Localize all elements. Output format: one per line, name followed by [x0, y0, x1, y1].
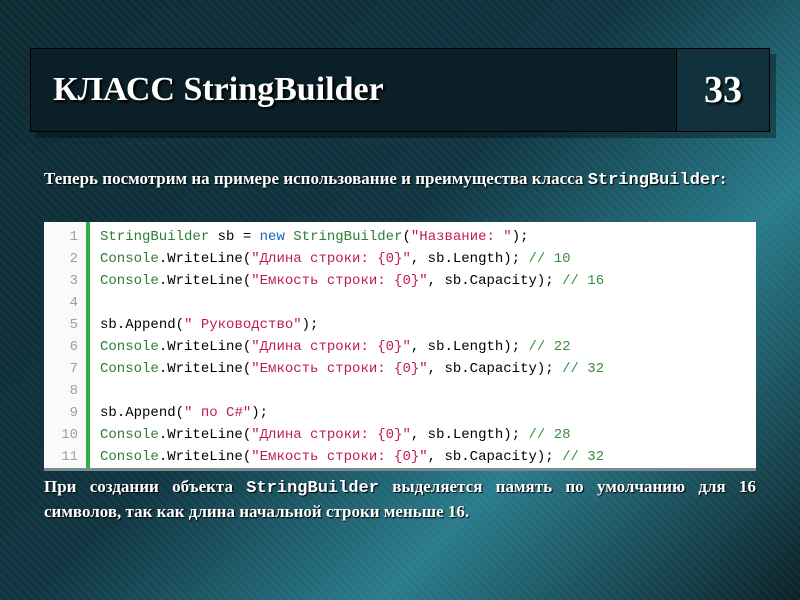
code-line: Console.WriteLine("Длина строки: {0}", s… [100, 248, 604, 270]
line-number: 3 [54, 270, 78, 292]
code-token: "Длина строки: {0}" [251, 339, 411, 355]
outro-class-name: StringBuilder [246, 479, 379, 498]
outro-text: При создании объекта StringBuilder выдел… [44, 476, 756, 524]
code-token: .WriteLine( [159, 273, 251, 289]
code-line [100, 292, 604, 314]
code-line: Console.WriteLine("Емкость строки: {0}",… [100, 270, 604, 292]
code-token: new [260, 229, 285, 245]
slide: КЛАСС StringBuilder 33 Теперь посмотрим … [0, 0, 800, 600]
code-body: StringBuilder sb = new StringBuilder("На… [90, 222, 614, 468]
line-number: 2 [54, 248, 78, 270]
line-gutter: 1234567891011 [44, 222, 90, 468]
line-number: 7 [54, 358, 78, 380]
intro-c: : [720, 169, 726, 188]
code-token: // 16 [562, 273, 604, 289]
code-token: , sb.Length); [411, 427, 529, 443]
line-number: 1 [54, 226, 78, 248]
code-token: .Append( [117, 405, 184, 421]
code-line: Console.WriteLine("Длина строки: {0}", s… [100, 424, 604, 446]
code-token: Console [100, 251, 159, 267]
code-token: ); [302, 317, 319, 333]
code-line: Console.WriteLine("Длина строки: {0}", s… [100, 336, 604, 358]
code-token: "Длина строки: {0}" [251, 427, 411, 443]
code-token: .WriteLine( [159, 251, 251, 267]
code-token: // 10 [529, 251, 571, 267]
line-number: 8 [54, 380, 78, 402]
code-line: Console.WriteLine("Емкость строки: {0}",… [100, 358, 604, 380]
title-bar: КЛАСС StringBuilder 33 [30, 48, 770, 132]
code-token: ); [512, 229, 529, 245]
line-number: 9 [54, 402, 78, 424]
code-token: // 32 [562, 449, 604, 465]
code-token: sb [100, 405, 117, 421]
code-line [100, 380, 604, 402]
code-token: .Append( [117, 317, 184, 333]
code-token: , sb.Capacity); [428, 273, 562, 289]
code-token: "Название: " [411, 229, 512, 245]
code-token: sb [100, 317, 117, 333]
line-number: 5 [54, 314, 78, 336]
code-token: , sb.Length); [411, 251, 529, 267]
line-number: 6 [54, 336, 78, 358]
code-token: , sb.Length); [411, 339, 529, 355]
code-token: // 22 [529, 339, 571, 355]
code-token: .WriteLine( [159, 339, 251, 355]
code-token: Console [100, 339, 159, 355]
code-token: = [243, 229, 260, 245]
code-token: "Емкость строки: {0}" [251, 449, 427, 465]
outro-a: При создании объекта [44, 477, 246, 496]
line-number: 11 [54, 446, 78, 468]
code-token [285, 229, 293, 245]
code-line: sb.Append(" Руководство"); [100, 314, 604, 336]
code-token: " по C#" [184, 405, 251, 421]
code-token: Console [100, 427, 159, 443]
page-number-box: 33 [676, 49, 769, 131]
code-token: ( [402, 229, 410, 245]
code-token: " Руководство" [184, 317, 302, 333]
code-token: , sb.Capacity); [428, 449, 562, 465]
slide-title: КЛАСС StringBuilder [53, 71, 384, 108]
code-token: StringBuilder [100, 229, 209, 245]
code-token: Console [100, 361, 159, 377]
intro-a: Теперь посмотрим на примере использовани… [44, 169, 588, 188]
code-token: "Емкость строки: {0}" [251, 273, 427, 289]
code-token: Console [100, 449, 159, 465]
intro-text: Теперь посмотрим на примере использовани… [44, 168, 756, 193]
code-token: "Емкость строки: {0}" [251, 361, 427, 377]
code-token: .WriteLine( [159, 449, 251, 465]
code-token: ); [251, 405, 268, 421]
code-line: sb.Append(" по C#"); [100, 402, 604, 424]
code-token: .WriteLine( [159, 427, 251, 443]
line-number: 10 [54, 424, 78, 446]
code-token: Console [100, 273, 159, 289]
code-line: StringBuilder sb = new StringBuilder("На… [100, 226, 604, 248]
code-token: .WriteLine( [159, 361, 251, 377]
code-token: // 32 [562, 361, 604, 377]
line-number: 4 [54, 292, 78, 314]
code-line: Console.WriteLine("Емкость строки: {0}",… [100, 446, 604, 468]
page-number: 33 [704, 68, 742, 112]
code-token: "Длина строки: {0}" [251, 251, 411, 267]
code-token: , sb.Capacity); [428, 361, 562, 377]
code-token: sb [209, 229, 243, 245]
code-block: 1234567891011 StringBuilder sb = new Str… [44, 222, 756, 471]
code-token: // 28 [529, 427, 571, 443]
title-wrap: КЛАСС StringBuilder [53, 71, 384, 109]
intro-class-name: StringBuilder [588, 171, 721, 190]
code-token: StringBuilder [293, 229, 402, 245]
